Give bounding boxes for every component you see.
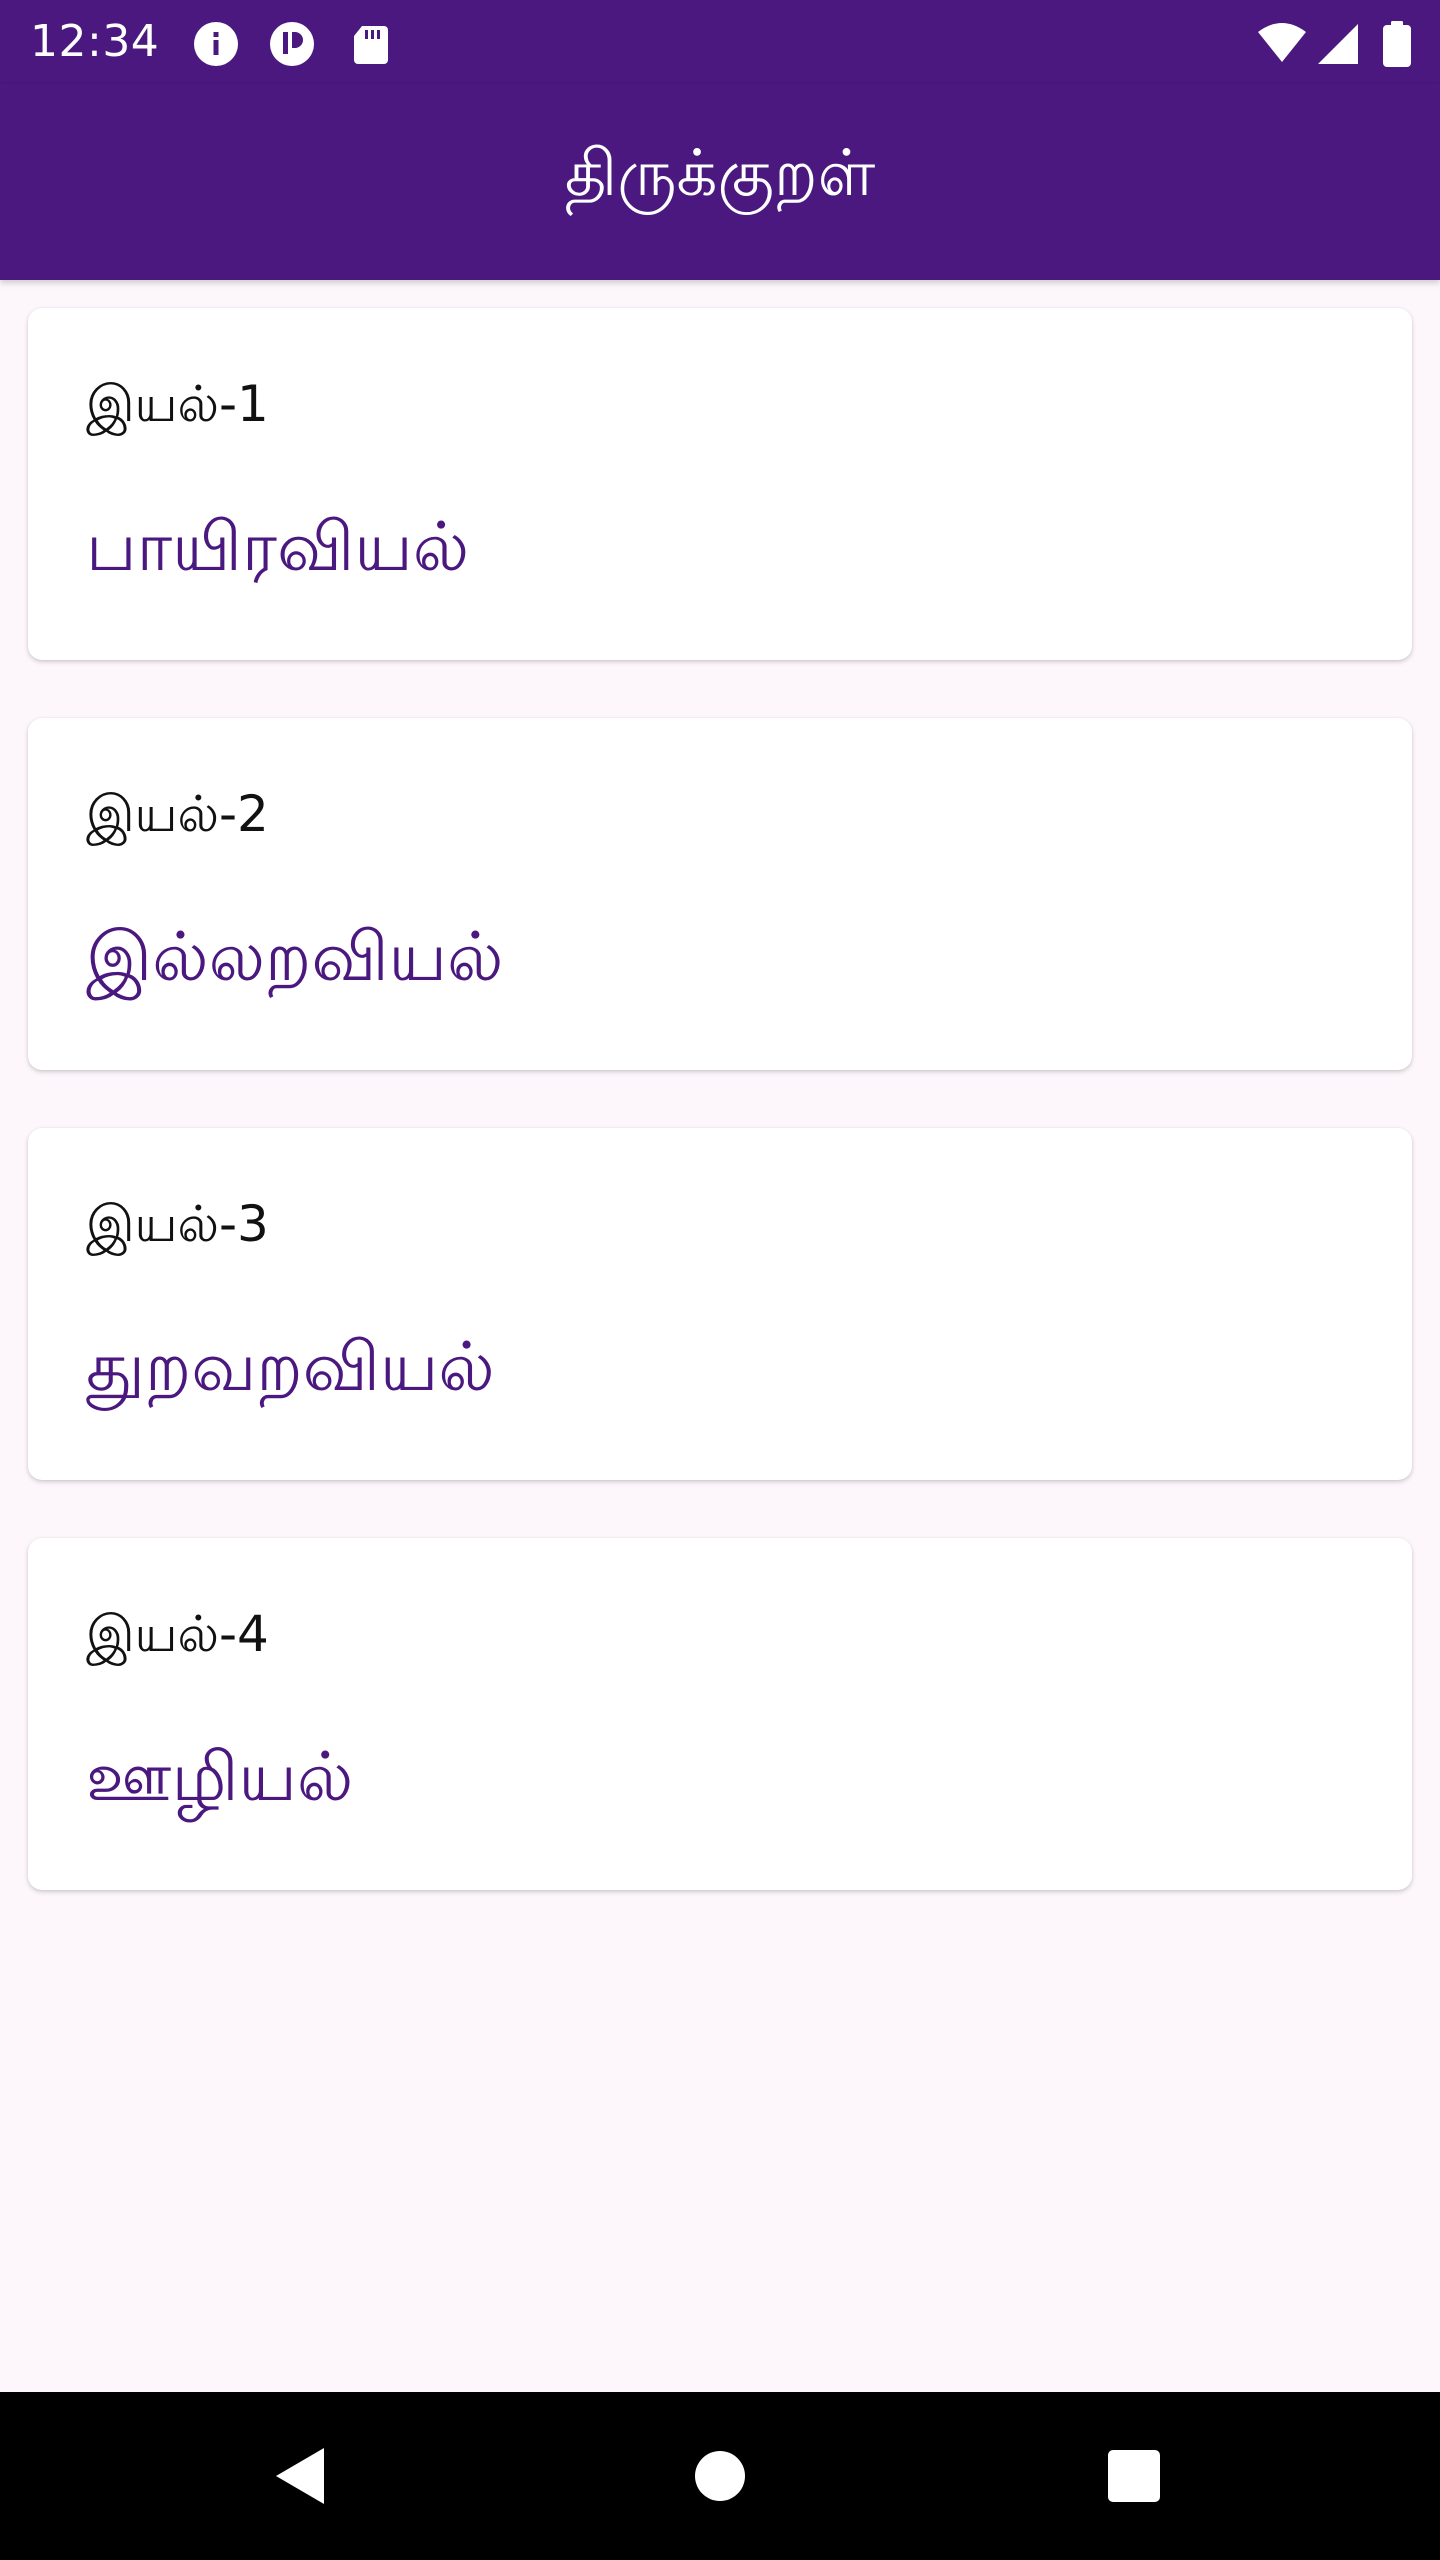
section-label: இயல்-2 <box>86 785 269 843</box>
battery-icon <box>1383 21 1411 67</box>
recents-icon <box>1108 2450 1160 2502</box>
signal-icon <box>1318 24 1358 64</box>
info-icon <box>194 22 238 66</box>
section-list: இயல்-1 பாயிரவியல் இயல்-2 இல்லறவியல் இயல்… <box>28 308 1412 1948</box>
app-title: திருக்குறள் <box>564 137 876 211</box>
status-bar: 12:34 <box>0 0 1440 84</box>
section-title: துறவறவியல் <box>86 1328 495 1407</box>
navigation-bar <box>0 2392 1440 2560</box>
recents-button[interactable] <box>1034 2392 1234 2560</box>
status-time: 12:34 <box>30 16 160 67</box>
wifi-icon <box>1258 23 1306 62</box>
section-card-2[interactable]: இயல்-2 இல்லறவியல் <box>28 718 1412 1070</box>
section-title: இல்லறவியல் <box>86 918 504 997</box>
sd-card-icon <box>354 26 388 64</box>
back-button[interactable] <box>200 2392 400 2560</box>
section-label: இயல்-1 <box>86 375 269 433</box>
section-card-1[interactable]: இயல்-1 பாயிரவியல் <box>28 308 1412 660</box>
section-card-4[interactable]: இயல்-4 ஊழியல் <box>28 1538 1412 1890</box>
app-bar: திருக்குறள் <box>0 84 1440 280</box>
section-label: இயல்-3 <box>86 1195 269 1253</box>
notification-icon <box>270 22 314 66</box>
home-button[interactable] <box>620 2392 820 2560</box>
home-icon <box>695 2451 745 2501</box>
back-icon <box>276 2448 324 2504</box>
section-title: ஊழியல் <box>86 1738 354 1817</box>
section-title: பாயிரவியல் <box>86 508 470 587</box>
section-card-3[interactable]: இயல்-3 துறவறவியல் <box>28 1128 1412 1480</box>
section-label: இயல்-4 <box>86 1605 269 1663</box>
